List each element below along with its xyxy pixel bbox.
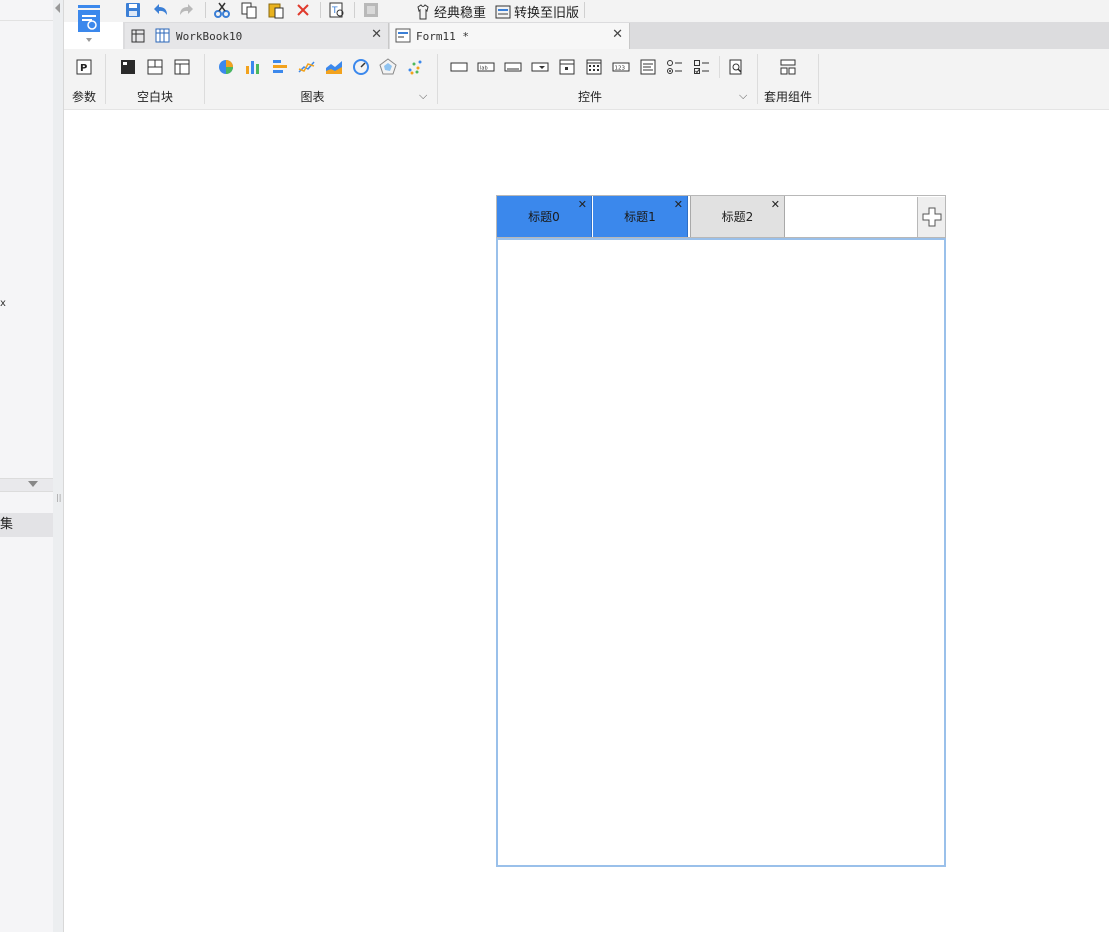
- toolbar-separator: [320, 2, 321, 18]
- left-panel-splitter[interactable]: [0, 478, 53, 492]
- gauge-chart-icon[interactable]: [352, 58, 370, 76]
- left-side-panel: [0, 0, 54, 932]
- redo-icon[interactable]: [177, 1, 197, 19]
- undo-icon[interactable]: [150, 1, 170, 19]
- toolbar-separator: [354, 2, 355, 18]
- delete-icon[interactable]: [293, 1, 313, 19]
- panel-gutter: [53, 0, 64, 932]
- close-icon[interactable]: ✕: [371, 27, 382, 42]
- workbook-icon: [155, 28, 170, 43]
- left-panel-item-label: 集: [0, 517, 14, 532]
- resize-grip-icon[interactable]: ||: [56, 493, 61, 502]
- horizontal-bar-chart-icon[interactable]: [271, 58, 289, 76]
- convert-icon: [495, 5, 511, 18]
- new-table-icon[interactable]: [131, 28, 147, 44]
- ribbon-separator: [105, 54, 106, 104]
- chevron-down-icon[interactable]: ⌵: [419, 89, 427, 103]
- chevron-down-icon[interactable]: ⌵: [739, 89, 747, 103]
- ribbon-separator: [757, 54, 758, 104]
- form-icon: [395, 28, 411, 43]
- grid-block-icon[interactable]: [173, 58, 191, 76]
- tab-workbook10[interactable]: WorkBook10 ✕: [125, 23, 389, 49]
- area-chart-icon[interactable]: [325, 58, 343, 76]
- number-widget-icon[interactable]: 123: [612, 58, 630, 76]
- template-component-icon[interactable]: [779, 58, 797, 76]
- close-icon[interactable]: ✕: [674, 198, 683, 211]
- tab-form11[interactable]: Form11 * ✕: [390, 23, 630, 49]
- parameter-icon[interactable]: P: [75, 58, 93, 76]
- convert-old-version-label: 转换至旧版: [514, 6, 580, 21]
- svg-text:P: P: [80, 63, 87, 74]
- svg-text:123: 123: [615, 66, 626, 72]
- left-panel-clipped-text: x: [0, 298, 6, 309]
- ribbon-separator: [818, 54, 819, 104]
- cut-icon[interactable]: [212, 1, 232, 19]
- add-tab-button[interactable]: [917, 197, 945, 237]
- text-field-widget-icon[interactable]: [450, 58, 468, 76]
- tab-title: 标题2: [721, 210, 754, 224]
- button-widget-icon[interactable]: [504, 58, 522, 76]
- paste-icon[interactable]: [266, 1, 286, 19]
- svg-text:lab: lab: [480, 66, 488, 72]
- tab-label: Form11 *: [416, 29, 469, 43]
- toolbar-separator: [205, 2, 206, 18]
- toolbar-separator: [584, 2, 585, 18]
- left-panel-divider: [0, 20, 53, 21]
- bar-chart-icon[interactable]: [244, 58, 262, 76]
- plus-icon: [922, 207, 941, 227]
- ribbon-group-templates: 套用组件: [763, 90, 812, 104]
- ribbon-separator: [719, 56, 720, 78]
- dropdown-arrow-icon[interactable]: [86, 38, 92, 42]
- tab-widget-tab-1[interactable]: 标题1 ✕: [593, 196, 688, 237]
- classic-theme-button[interactable]: 经典稳重: [415, 2, 486, 21]
- left-panel-item[interactable]: 集: [0, 513, 53, 537]
- tab-widget-body[interactable]: [496, 238, 946, 867]
- textarea-widget-icon[interactable]: [639, 58, 657, 76]
- label-widget-icon[interactable]: lab: [477, 58, 495, 76]
- calendar-widget-icon[interactable]: [585, 58, 603, 76]
- tab-widget-tab-0[interactable]: 标题0 ✕: [497, 196, 592, 237]
- dropdown-widget-icon[interactable]: [531, 58, 549, 76]
- tab-widget-tab-2[interactable]: 标题2 ✕: [690, 196, 785, 237]
- date-widget-icon[interactable]: [558, 58, 576, 76]
- disabled-tool-icon: [361, 1, 381, 19]
- radar-chart-icon[interactable]: [379, 58, 397, 76]
- scatter-chart-icon[interactable]: [406, 58, 424, 76]
- pie-chart-icon[interactable]: [217, 58, 235, 76]
- copy-icon[interactable]: [239, 1, 259, 19]
- ribbon-group-blank: 空白块: [136, 90, 173, 104]
- ribbon-group-params: 参数: [71, 90, 96, 104]
- classic-theme-label: 经典稳重: [434, 6, 487, 21]
- close-icon[interactable]: ✕: [771, 198, 780, 211]
- tab-title: 标题0: [528, 210, 560, 224]
- ribbon-separator: [437, 54, 438, 104]
- tab-title: 标题1: [624, 210, 656, 224]
- ribbon-group-chart: 图表: [300, 90, 325, 104]
- absolute-block-icon[interactable]: [119, 58, 137, 76]
- file-menu-icon: [78, 5, 100, 32]
- collapse-arrow-icon[interactable]: [28, 481, 38, 487]
- tab-label: WorkBook10: [176, 29, 243, 43]
- collapse-left-icon[interactable]: [55, 3, 60, 13]
- checkbox-group-widget-icon[interactable]: [693, 58, 711, 76]
- save-icon[interactable]: [123, 1, 143, 19]
- convert-old-version-button[interactable]: 转换至旧版: [495, 2, 579, 21]
- close-icon[interactable]: ✕: [578, 198, 587, 211]
- text-preview-icon[interactable]: T: [327, 1, 347, 19]
- ribbon-group-controls: 控件: [577, 90, 602, 104]
- close-icon[interactable]: ✕: [612, 27, 623, 42]
- ribbon-separator: [204, 54, 205, 104]
- radio-group-widget-icon[interactable]: [666, 58, 684, 76]
- search-widget-icon[interactable]: [727, 58, 745, 76]
- split-block-icon[interactable]: [146, 58, 164, 76]
- line-chart-icon[interactable]: [298, 58, 316, 76]
- shirt-icon: [417, 3, 429, 19]
